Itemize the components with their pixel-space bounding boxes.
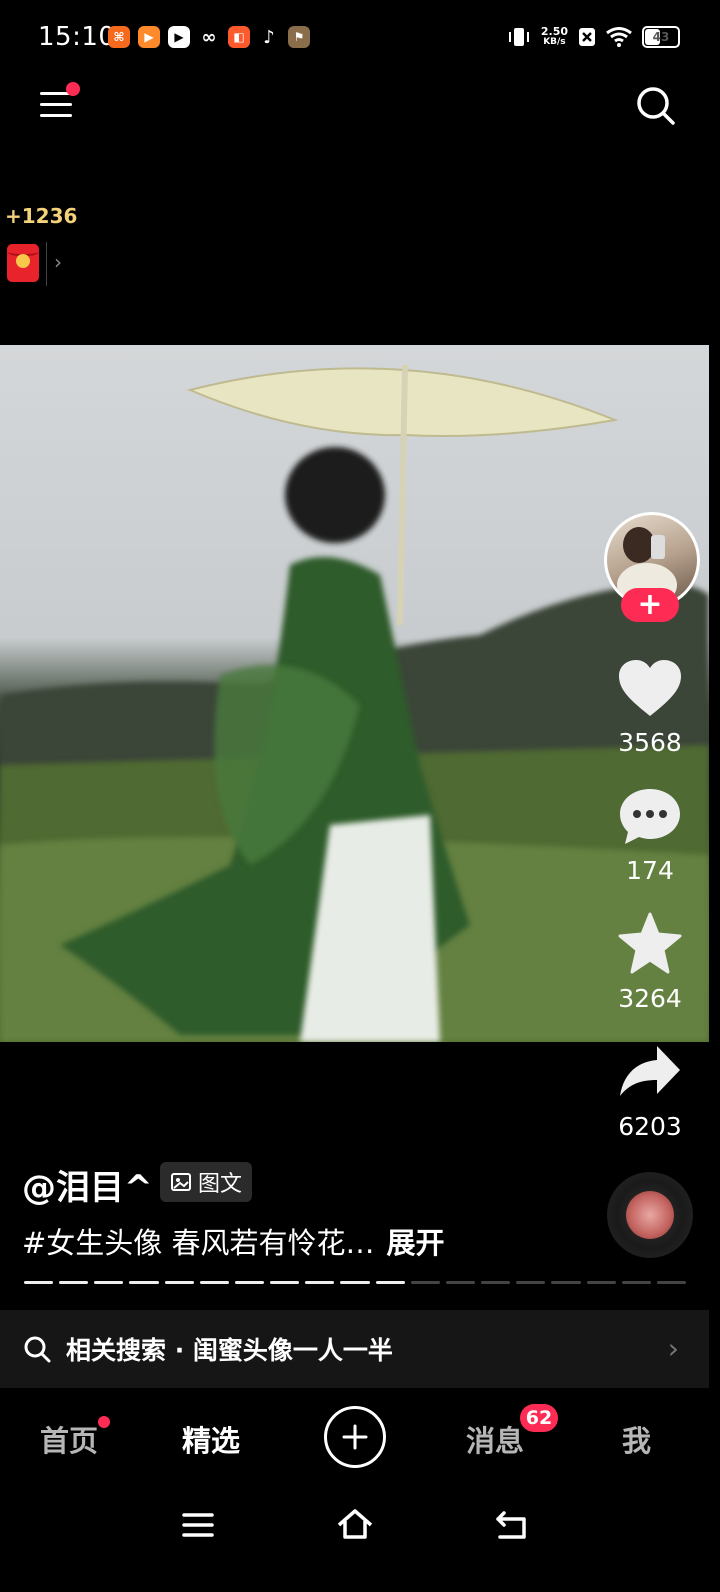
home-icon [337, 1509, 373, 1539]
progress-segment [24, 1281, 54, 1284]
net-speed: 2.50 KB/s [541, 26, 568, 48]
system-back-button[interactable] [492, 1505, 532, 1545]
related-search-text: 相关搜索 · 闺蜜头像一人一半 [66, 1336, 393, 1365]
progress-segment [305, 1281, 335, 1284]
post-type-label: 图文 [198, 1172, 243, 1197]
progress-segment [164, 1281, 194, 1284]
progress-segment [234, 1281, 265, 1284]
tab-messages[interactable]: 消息 [466, 1418, 524, 1460]
plus-icon: + [637, 587, 663, 622]
progress-segment [270, 1281, 300, 1284]
favorite-button[interactable] [617, 912, 683, 974]
tab-featured-label: 精选 [182, 1424, 241, 1458]
system-home-button[interactable] [335, 1505, 375, 1545]
comment-count: 174 [626, 856, 674, 885]
progress-segment [199, 1281, 229, 1284]
notification-dot [66, 82, 80, 96]
image-text-icon [171, 1173, 191, 1191]
music-disc[interactable] [607, 1172, 693, 1258]
app-orange-icon: ⌘ [108, 26, 130, 48]
menu-button[interactable] [40, 82, 80, 122]
battery-level: 43 [652, 30, 670, 44]
red-packet-icon[interactable] [7, 244, 39, 282]
back-icon [496, 1511, 526, 1539]
like-count: 3568 [618, 728, 682, 757]
net-speed-value: 2.50 [540, 25, 568, 38]
post-type-chip: 图文 [160, 1162, 253, 1202]
like-button[interactable] [617, 658, 683, 720]
progress-segment [129, 1281, 159, 1284]
progress-segment [481, 1281, 511, 1284]
post-image[interactable] [0, 345, 709, 1042]
search-icon [637, 87, 675, 125]
follow-button[interactable]: + [621, 588, 679, 622]
share-icon [620, 1046, 680, 1096]
photo-illustration [0, 364, 709, 1042]
app-game-icon: ⚑ [288, 26, 310, 48]
vibrate-icon [508, 28, 529, 46]
search-icon [24, 1336, 51, 1363]
status-time: 15:10 [38, 22, 116, 52]
progress-segment [59, 1281, 89, 1284]
progress-segment [516, 1281, 546, 1284]
net-speed-unit: KB/s [543, 37, 566, 47]
status-app-icons: ⌘ ▶ ▶ ∞ ◧ ♪ ⚑ [108, 26, 310, 48]
tab-featured[interactable]: 精选 [182, 1418, 240, 1460]
wifi-icon [606, 27, 632, 47]
comment-icon [620, 789, 680, 844]
sim-off-icon [579, 28, 595, 46]
system-menu-button[interactable] [178, 1505, 218, 1545]
tiktok-icon: ♪ [263, 26, 275, 48]
app-player-icon: ▶ [168, 26, 190, 48]
expand-button[interactable]: 展开 [387, 1226, 445, 1260]
tab-home-label: 首页 [40, 1424, 99, 1458]
message-badge: 62 [520, 1404, 558, 1432]
chevron-right-icon: › [667, 1332, 679, 1365]
star-icon [618, 912, 682, 974]
battery-icon: 43 [642, 26, 680, 48]
progress-segment [586, 1281, 616, 1284]
home-dot [98, 1416, 110, 1428]
create-button[interactable] [324, 1406, 386, 1468]
chevron-right-icon[interactable]: › [54, 250, 62, 274]
image-progress-indicator [24, 1281, 686, 1285]
progress-segment [621, 1281, 651, 1284]
progress-segment [551, 1281, 581, 1284]
bottom-tab-bar: 首页 精选 消息 62 我 [0, 1396, 709, 1480]
app-video-icon: ▶ [138, 26, 160, 48]
progress-segment [340, 1281, 370, 1284]
post-caption[interactable]: #女生头像 春风若有怜花… 展开 [22, 1220, 445, 1262]
heart-icon [619, 660, 681, 716]
app-shop-icon: ◧ [228, 26, 250, 48]
comment-button[interactable] [617, 786, 683, 848]
tab-messages-label: 消息 [466, 1424, 525, 1458]
status-indicators: 2.50 KB/s 43 [507, 26, 680, 48]
share-button[interactable] [617, 1042, 683, 1104]
author-name[interactable]: @泪目^ [22, 1160, 153, 1209]
menu-icon [182, 1513, 214, 1537]
progress-segment [410, 1281, 440, 1284]
plus-icon [342, 1424, 368, 1450]
divider [46, 242, 47, 286]
tab-me[interactable]: 我 [622, 1418, 651, 1460]
search-button[interactable] [636, 86, 676, 126]
app-link-icon: ∞ [201, 26, 217, 48]
share-count: 6203 [618, 1112, 682, 1141]
progress-segment [445, 1281, 476, 1284]
progress-segment [94, 1281, 124, 1284]
related-search-bar[interactable]: 相关搜索 · 闺蜜头像一人一半 › [0, 1310, 709, 1388]
music-cover [626, 1191, 674, 1239]
favorite-count: 3264 [618, 984, 682, 1013]
coin-reward-count[interactable]: +1236 [5, 204, 77, 228]
tab-me-label: 我 [622, 1424, 652, 1458]
caption-text: #女生头像 春风若有怜花… [22, 1226, 375, 1260]
tab-home[interactable]: 首页 [40, 1418, 98, 1460]
progress-segment [375, 1281, 405, 1284]
progress-segment [656, 1281, 686, 1284]
